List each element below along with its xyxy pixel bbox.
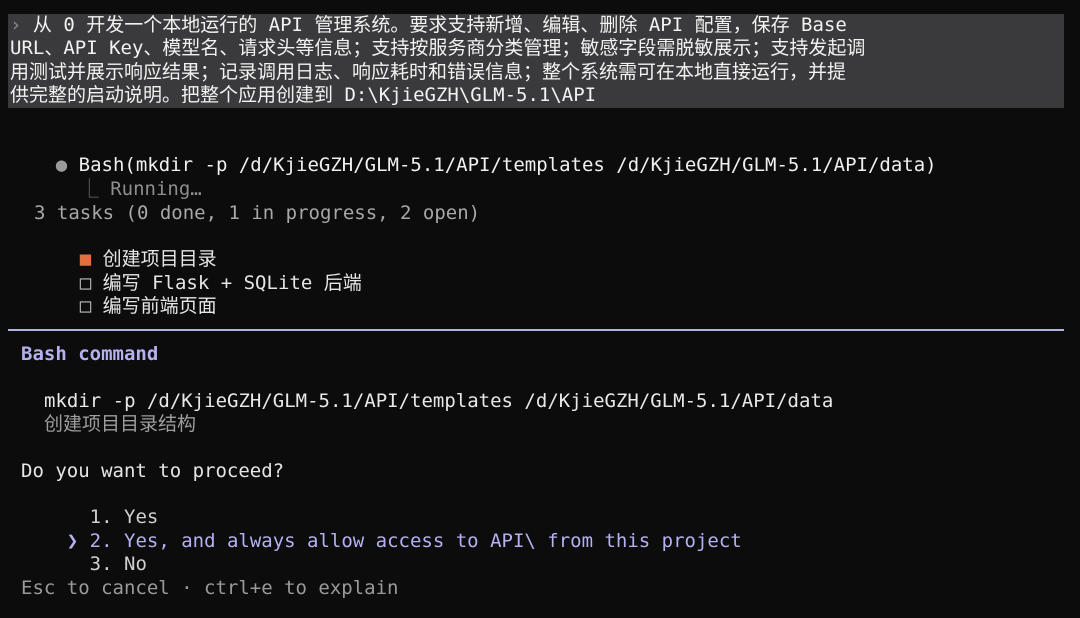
prompt-line: 供完整的启动说明。把整个应用创建到 D:\KjieGZH\GLM-5.1\API [10,84,597,106]
task-item: ■ 创建项目目录 [34,225,217,270]
footer-hint: Esc to cancel · ctrl+e to explain [21,577,399,599]
proceed-question: Do you want to proceed? [21,460,285,482]
prompt-line: URL、API Key、模型名、请求头等信息；支持按服务商分类管理；敏感字段需脱… [10,37,866,59]
prompt-chevron-icon: › [10,14,22,36]
option-yes[interactable]: 1. Yes [21,483,159,528]
command-text: mkdir -p /d/KjieGZH/GLM-5.1/API/template… [44,390,834,412]
permission-title: Bash command [21,343,159,365]
task-item: □ 编写前端页面 [34,272,217,317]
task-label: 编写前端页面 [102,295,217,317]
task-item: □ 编写 Flask + SQLite 后端 [34,249,362,294]
user-prompt-block: › 从 0 开发一个本地运行的 API 管理系统。要求支持新增、编辑、删除 AP… [8,14,1064,108]
option-label: No [124,553,147,575]
prompt-line: › 从 0 开发一个本地运行的 API 管理系统。要求支持新增、编辑、删除 AP… [10,14,847,37]
tool-status-line: ⎿ Running… [34,155,202,200]
tree-branch-icon: ⎿ [79,178,99,200]
tool-call-line: ● Bash(mkdir -p /d/KjieGZH/GLM-5.1/API/t… [10,131,937,176]
option-number: 3. [89,553,113,575]
prompt-line: 用测试并展示响应结果；记录调用日志、响应耗时和错误信息；整个系统需可在本地直接运… [10,61,847,83]
tool-call-name: Bash(mkdir -p /d/KjieGZH/GLM-5.1/API/tem… [78,154,937,176]
tool-status: Running… [110,178,202,200]
option-label: Yes, and always allow access to API\ fro… [124,530,742,552]
option-no[interactable]: 3. No [21,530,147,575]
terminal-window: › 从 0 开发一个本地运行的 API 管理系统。要求支持新增、编辑、删除 AP… [0,0,1080,618]
tasks-summary: 3 tasks (0 done, 1 in progress, 2 open) [34,202,481,224]
prompt-text: 从 0 开发一个本地运行的 API 管理系统。要求支持新增、编辑、删除 API … [32,14,847,36]
task-open-icon: □ [79,295,92,317]
option-yes-always-allow[interactable]: ❯ 2. Yes, and always allow access to API… [21,507,742,552]
panel-divider [8,329,1064,331]
command-description: 创建项目目录结构 [44,413,197,435]
